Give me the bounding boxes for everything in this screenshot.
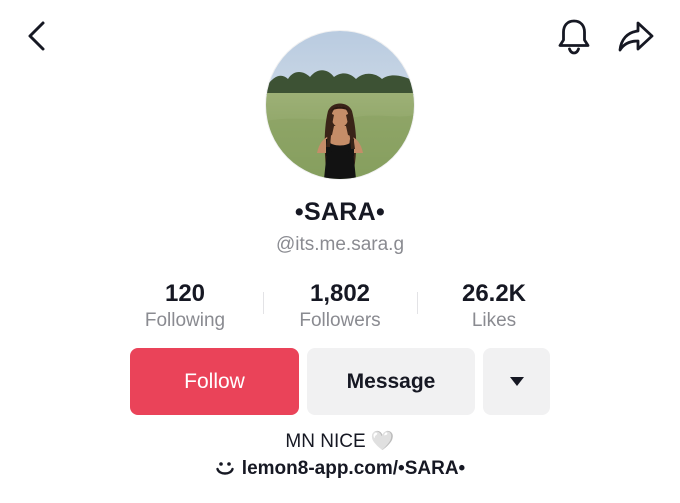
share-arrow-icon [618, 21, 654, 52]
username-handle: @its.me.sara.g [275, 234, 405, 255]
stat-followers[interactable]: 1,802 Followers [260, 280, 420, 333]
back-button[interactable] [14, 14, 58, 58]
bio-text: MN NICE 🤍 [285, 431, 395, 452]
likes-label: Likes [471, 310, 517, 331]
following-count: 120 [164, 280, 206, 307]
followers-label: Followers [299, 310, 381, 331]
profile-avatar[interactable] [266, 31, 414, 179]
chevron-left-icon [28, 21, 45, 51]
link-text: lemon8-app.com/•SARA• [241, 458, 466, 479]
notifications-button[interactable] [552, 14, 596, 58]
follow-button[interactable]: Follow [130, 348, 299, 415]
share-button[interactable] [614, 14, 658, 58]
stat-following[interactable]: 120 Following [105, 280, 265, 333]
bio-link[interactable]: lemon8-app.com/•SARA• [0, 458, 680, 480]
bell-icon [558, 19, 590, 55]
following-label: Following [144, 310, 226, 331]
lemon8-smile-icon [215, 460, 235, 478]
likes-count: 26.2K [461, 280, 527, 307]
display-name: •SARA• [294, 198, 386, 226]
message-button[interactable]: Message [307, 348, 475, 415]
stat-likes[interactable]: 26.2K Likes [414, 280, 574, 333]
followers-count: 1,802 [309, 280, 371, 307]
avatar-photo [266, 31, 414, 179]
caret-down-icon [509, 376, 524, 386]
more-options-button[interactable] [483, 348, 550, 415]
